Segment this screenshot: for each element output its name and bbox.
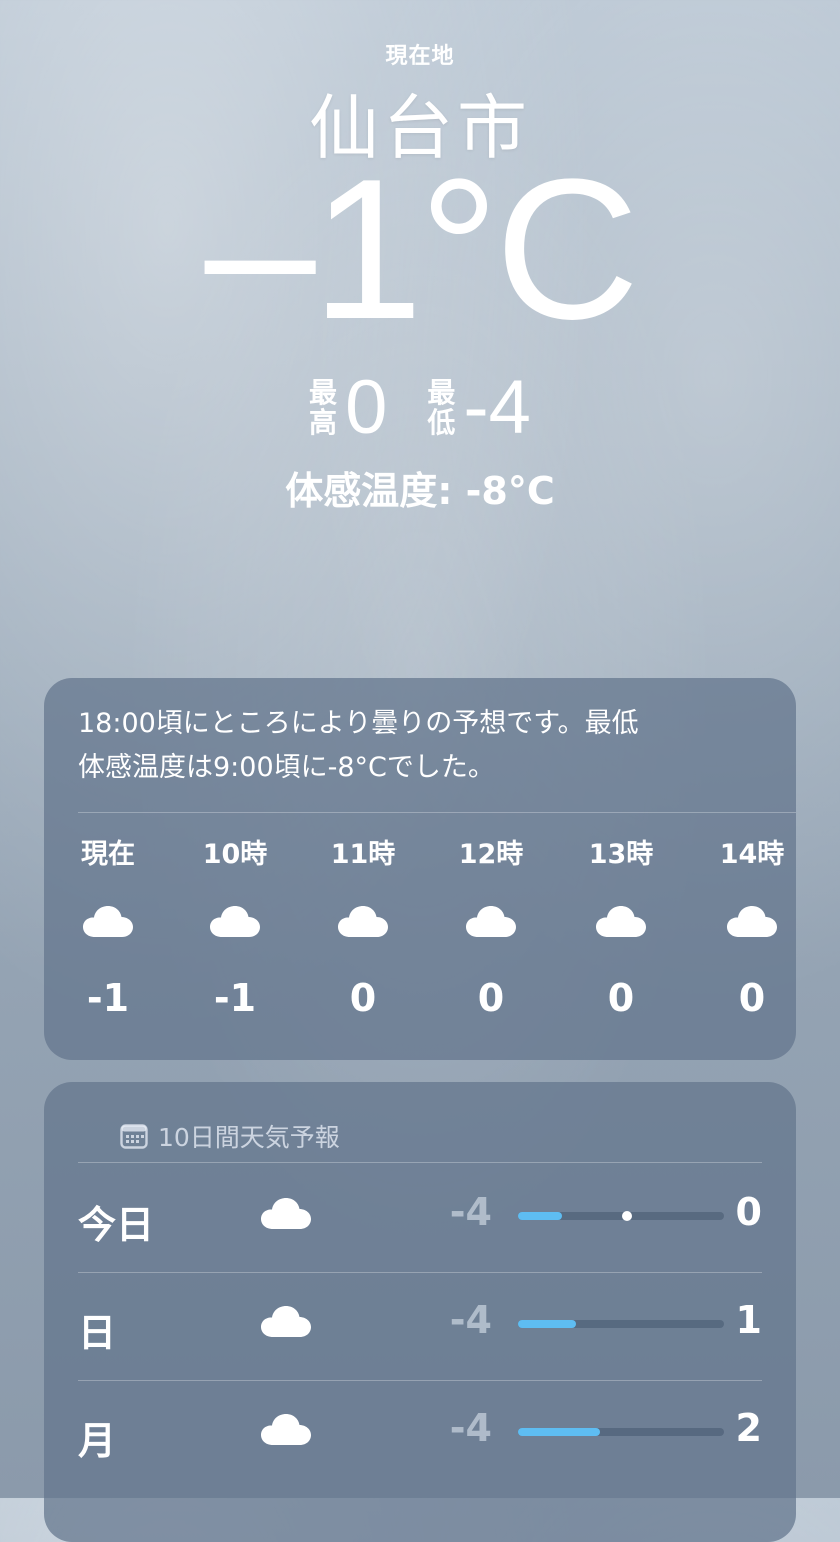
low-label-char: 最: [427, 376, 456, 409]
high-label-char: 最: [309, 376, 338, 409]
forecast-day: 月: [78, 1419, 117, 1463]
ten-day-title-text: 10日間天気予報: [158, 1123, 340, 1152]
forecast-row[interactable]: 月 -4 2: [78, 1380, 762, 1488]
hour-label: 11時: [330, 839, 396, 870]
low-label: 最 低: [427, 378, 455, 438]
hour-label: 13時: [588, 839, 654, 870]
hour-temp: 0: [607, 976, 635, 1020]
cloud-icon: [261, 1198, 311, 1229]
cloud-icon: [596, 906, 646, 937]
feels-like: 体感温度: -8°C: [285, 469, 555, 513]
current-temp-dot: [622, 1211, 632, 1221]
forecast-row[interactable]: 今日 -4 0: [78, 1164, 762, 1272]
forecast-day: 日: [78, 1311, 117, 1355]
summary-line: 体感温度は9:00頃に-8°Cでした。: [78, 752, 495, 783]
hour-temp: 0: [477, 976, 505, 1020]
summary-line: 18:00頃にところにより曇りの予想です。最低: [78, 708, 639, 739]
current-location-label: 現在地: [385, 44, 455, 69]
cloud-icon: [261, 1414, 311, 1445]
low-label-char: 低: [427, 406, 456, 439]
forecast-low: -4: [449, 1190, 492, 1234]
divider: [78, 1272, 762, 1273]
hour-temp: 0: [349, 976, 377, 1020]
hourly-summary: 18:00頃にところにより曇りの予想です。最低 体感温度は9:00頃に-8°Cで…: [78, 702, 758, 790]
hour-label: 現在: [81, 839, 135, 870]
ten-day-title: 10日間天気予報: [120, 1118, 340, 1154]
hour-temp: -1: [86, 976, 130, 1020]
forecast-high: 1: [735, 1298, 762, 1342]
forecast-low: -4: [449, 1406, 492, 1450]
calendar-icon: [120, 1124, 148, 1149]
divider: [78, 1380, 762, 1381]
temp-range-fill: [518, 1428, 600, 1436]
ten-day-forecast-card[interactable]: 10日間天気予報 今日 -4 0 日 -4 1 月 -4 2: [44, 1082, 796, 1542]
temp-range-fill: [518, 1320, 576, 1328]
divider: [78, 812, 796, 813]
cloud-icon: [338, 906, 388, 937]
forecast-low: -4: [449, 1298, 492, 1342]
hour-label: 10時: [202, 839, 268, 870]
high-low: 最 高 0 最 低 -4: [0, 368, 840, 448]
divider: [78, 1162, 762, 1163]
cloud-icon: [727, 906, 777, 937]
cloud-icon: [466, 906, 516, 937]
high-label: 最 高: [309, 378, 337, 438]
hour-label: 14時: [719, 839, 785, 870]
high-label-char: 高: [309, 406, 338, 439]
low-value: -4: [463, 365, 531, 450]
hour-temp: -1: [213, 976, 257, 1020]
cloud-icon: [83, 906, 133, 937]
hour-temp: 0: [738, 976, 766, 1020]
current-temperature: –1°C: [204, 138, 640, 361]
cloud-icon: [261, 1306, 311, 1337]
cloud-icon: [210, 906, 260, 937]
hour-label: 12時: [458, 839, 524, 870]
high-value: 0: [345, 365, 388, 450]
forecast-row[interactable]: 日 -4 1: [78, 1272, 762, 1380]
forecast-day: 今日: [78, 1203, 155, 1247]
temp-range-fill: [518, 1212, 562, 1220]
forecast-high: 0: [735, 1190, 762, 1234]
forecast-high: 2: [735, 1406, 762, 1450]
